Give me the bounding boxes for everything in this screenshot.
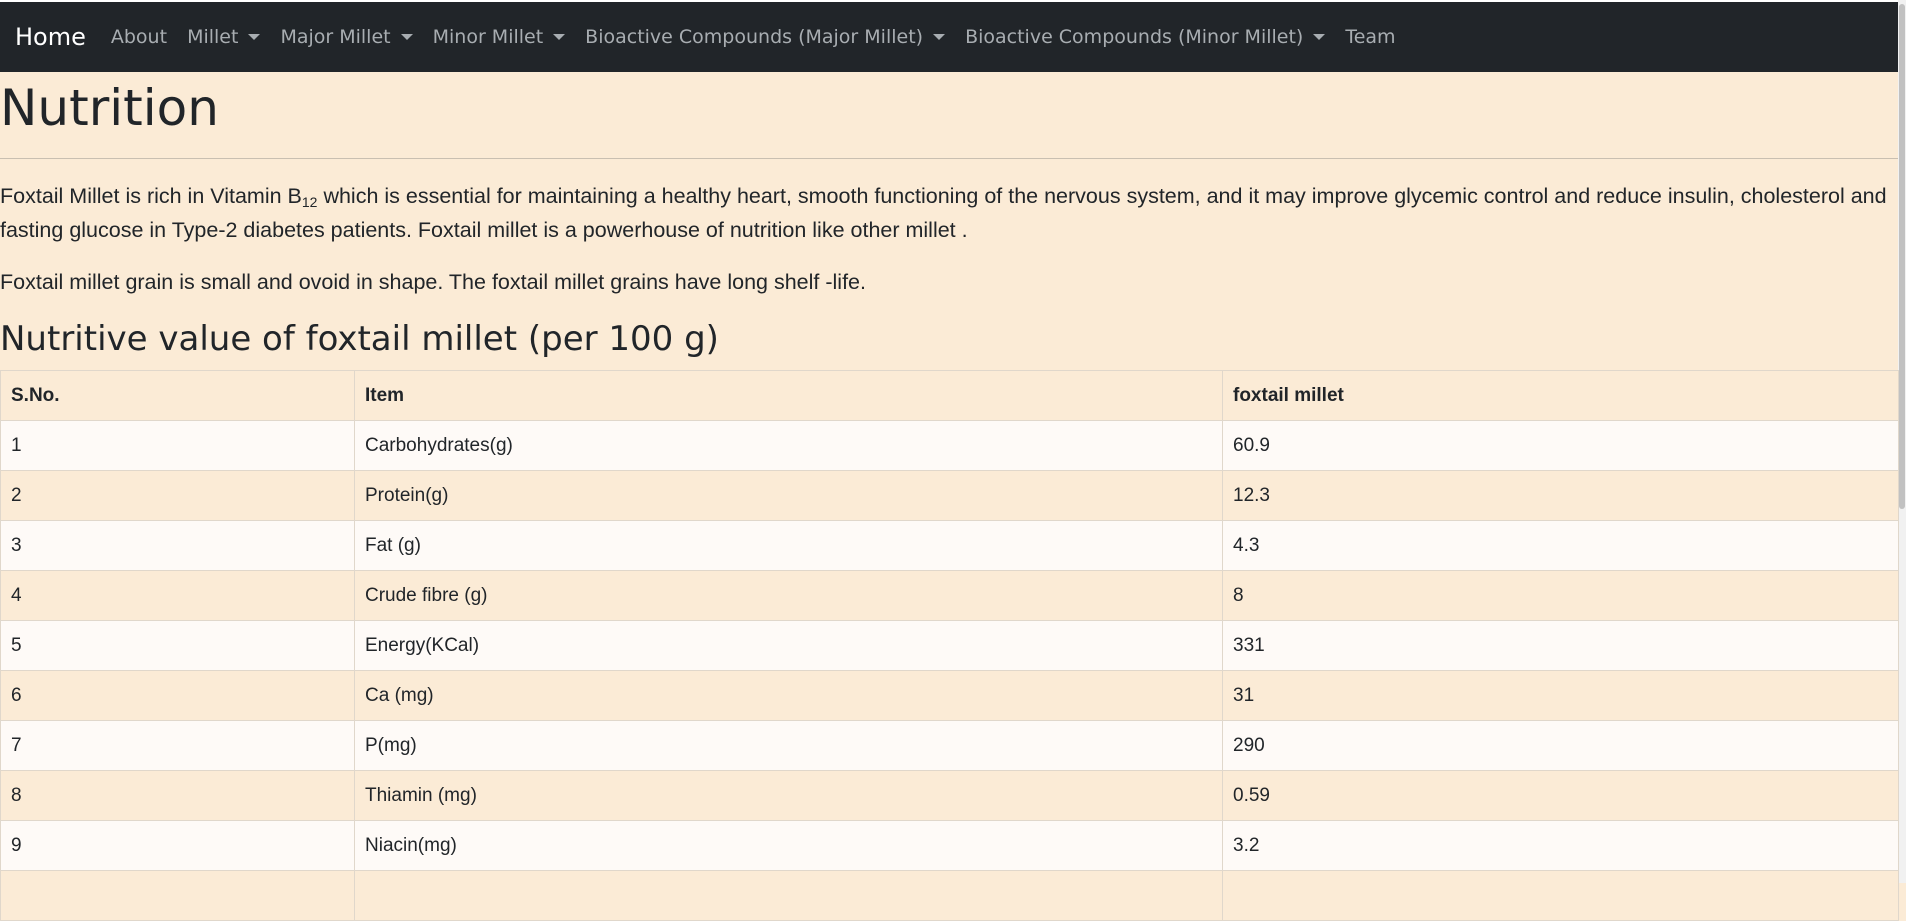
value-cell: 0.59 <box>1222 770 1899 821</box>
nav-menu: About Millet Major Millet Minor Millet Bioac… <box>101 26 1406 48</box>
dropdown-caret-icon <box>553 34 566 40</box>
item-cell: Thiamin (mg) <box>354 770 1223 821</box>
item-cell: Fat (g) <box>354 520 1223 571</box>
nav-item-bioactive-compounds-major-millet[interactable]: Bioactive Compounds (Major Millet) <box>575 26 955 48</box>
table-row: 9 Niacin(mg) 3.2 <box>0 820 1899 871</box>
nav-item-label: Bioactive Compounds (Major Millet) <box>585 26 924 48</box>
header-item: Item <box>354 370 1223 421</box>
value-cell: 60.9 <box>1222 420 1899 471</box>
table-row <box>0 870 1899 921</box>
table-row: 6 Ca (mg) 31 <box>0 670 1899 721</box>
sno-cell: 4 <box>0 570 355 621</box>
nav-item-label: Bioactive Compounds (Minor Millet) <box>965 26 1304 48</box>
nav-item-major-millet[interactable]: Major Millet <box>270 26 422 48</box>
table-row: 4 Crude fibre (g) 8 <box>0 570 1899 621</box>
vitamin-subscript: 12 <box>301 194 318 210</box>
table-row: 1 Carbohydrates(g) 60.9 <box>0 420 1899 471</box>
nav-item-label: About <box>110 26 168 48</box>
sno-cell <box>0 870 355 921</box>
header-foxtail-millet: foxtail millet <box>1222 370 1899 421</box>
table-row: 8 Thiamin (mg) 0.59 <box>0 770 1899 821</box>
value-cell: 3.2 <box>1222 820 1899 871</box>
scrollbar-thumb[interactable] <box>1899 4 1905 509</box>
value-cell <box>1222 870 1899 921</box>
nav-item-about[interactable]: About <box>101 26 177 48</box>
sno-cell: 1 <box>0 420 355 471</box>
title-divider <box>0 158 1898 159</box>
value-cell: 290 <box>1222 720 1899 771</box>
table-header-row: S.No. Item foxtail millet <box>0 370 1899 421</box>
intro-paragraph: Foxtail Millet is rich in Vitamin B12 wh… <box>0 179 1898 247</box>
dropdown-caret-icon <box>248 34 261 40</box>
vertical-scrollbar[interactable] <box>1898 0 1906 883</box>
value-cell: 12.3 <box>1222 470 1899 521</box>
sno-cell: 7 <box>0 720 355 771</box>
value-cell: 8 <box>1222 570 1899 621</box>
sno-cell: 3 <box>0 520 355 571</box>
nav-item-label: Minor Millet <box>432 26 544 48</box>
sno-cell: 2 <box>0 470 355 521</box>
nav-item-minor-millet[interactable]: Minor Millet <box>423 26 576 48</box>
value-cell: 4.3 <box>1222 520 1899 571</box>
dropdown-caret-icon <box>933 34 946 40</box>
sno-cell: 9 <box>0 820 355 871</box>
item-cell: Crude fibre (g) <box>354 570 1223 621</box>
table-row: 2 Protein(g) 12.3 <box>0 470 1899 521</box>
page-title: Nutrition <box>0 79 219 137</box>
table-row: 7 P(mg) 290 <box>0 720 1899 771</box>
table-row: 5 Energy(KCal) 331 <box>0 620 1899 671</box>
item-cell: Energy(KCal) <box>354 620 1223 671</box>
dropdown-caret-icon <box>400 34 413 40</box>
sno-cell: 5 <box>0 620 355 671</box>
item-cell <box>354 870 1223 921</box>
item-cell: Protein(g) <box>354 470 1223 521</box>
nav-item-millet[interactable]: Millet <box>177 26 270 48</box>
sno-cell: 8 <box>0 770 355 821</box>
dropdown-caret-icon <box>1313 34 1326 40</box>
nav-item-label: Team <box>1345 26 1396 48</box>
sno-cell: 6 <box>0 670 355 721</box>
item-cell: Ca (mg) <box>354 670 1223 721</box>
intro-text-a: Foxtail Millet is rich in Vitamin B <box>0 184 302 208</box>
item-cell: P(mg) <box>354 720 1223 771</box>
item-cell: Niacin(mg) <box>354 820 1223 871</box>
table-row: 3 Fat (g) 4.3 <box>0 520 1899 571</box>
nav-home-link[interactable]: Home <box>15 23 86 51</box>
top-navbar: Home About Millet Major Millet Minor Millet… <box>0 0 1898 72</box>
nav-item-bioactive-compounds-minor-millet[interactable]: Bioactive Compounds (Minor Millet) <box>955 26 1335 48</box>
header-sno: S.No. <box>0 370 355 421</box>
nav-item-team[interactable]: Team <box>1335 26 1405 48</box>
value-cell: 31 <box>1222 670 1899 721</box>
main-content: Nutrition Foxtail Millet is rich in Vita… <box>0 72 1899 921</box>
nav-item-label: Major Millet <box>280 26 391 48</box>
grain-paragraph: Foxtail millet grain is small and ovoid … <box>0 270 866 294</box>
nutrition-table: S.No. Item foxtail millet 1 Carbohydrates… <box>0 370 1899 921</box>
nav-item-label: Millet <box>187 26 239 48</box>
value-cell: 331 <box>1222 620 1899 671</box>
item-cell: Carbohydrates(g) <box>354 420 1223 471</box>
table-title: Nutritive value of foxtail millet (per 1… <box>0 319 719 359</box>
